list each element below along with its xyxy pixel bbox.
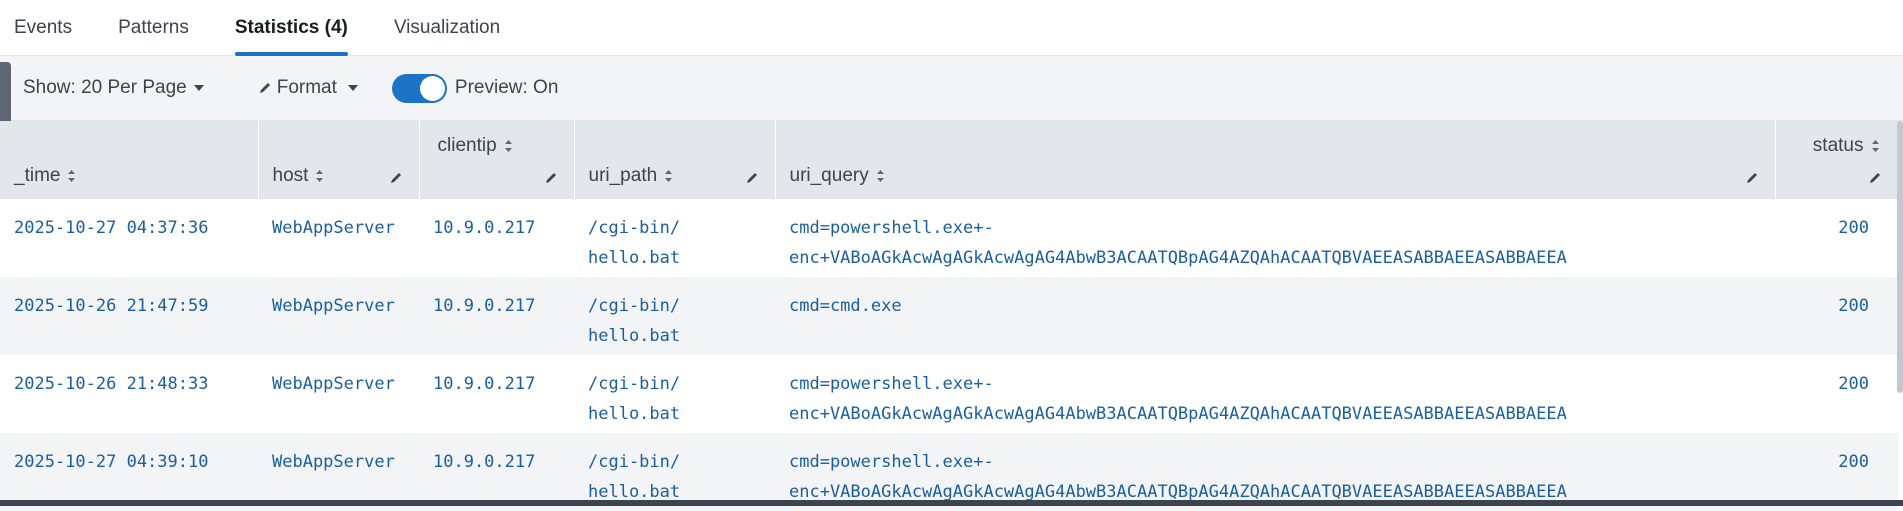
tab-bar: Events Patterns Statistics (4) Visualiza… [0,0,1903,56]
cell-host[interactable]: WebAppServer [258,277,419,355]
format-label: Format [276,77,337,98]
cell-clientip[interactable]: 10.9.0.217 [419,199,574,277]
pencil-icon[interactable] [389,171,403,185]
pencil-icon[interactable] [1745,171,1759,185]
cell-uri-path[interactable]: /cgi-bin/ hello.bat [574,277,775,355]
column-header-label: uri_query [789,165,869,186]
cell-clientip[interactable]: 10.9.0.217 [419,355,574,433]
sort-icon[interactable] [67,169,76,183]
cell-uri-query[interactable]: cmd=powershell.exe+- enc+VABoAGkAcwAgAGk… [775,199,1775,277]
toggle-knob [419,75,445,101]
column-header-time[interactable]: _time [0,121,259,199]
column-header-label: uri_path [588,165,658,186]
column-header-label: host [272,165,309,186]
cell-time[interactable]: 2025-10-26 21:48:33 [0,355,258,433]
column-header-host[interactable]: host [258,121,420,199]
vertical-scrollbar[interactable] [1897,121,1903,393]
sort-icon[interactable] [664,169,673,183]
caret-down-icon [347,85,358,91]
preview-toggle[interactable] [391,73,447,103]
cell-clientip[interactable]: 10.9.0.217 [419,277,574,355]
format-dropdown[interactable]: Format [258,77,358,99]
tab-events[interactable]: Events [14,0,72,56]
pencil-icon[interactable] [544,171,558,185]
cell-time[interactable]: 2025-10-26 21:47:59 [0,277,258,355]
cell-time[interactable]: 2025-10-27 04:37:36 [0,199,258,277]
column-header-label: clientip [437,135,497,156]
column-header-uri-query[interactable]: uri_query [775,121,1776,199]
pencil-icon[interactable] [745,171,759,185]
table-header-row: _time host clientip uri_path uri_query s… [0,121,1899,199]
cell-status[interactable]: 200 [1775,277,1898,355]
column-header-label: _time [14,165,61,186]
pencil-icon [259,83,270,93]
cell-host[interactable]: WebAppServer [258,355,419,433]
cell-status[interactable]: 200 [1775,355,1898,433]
per-page-dropdown[interactable]: Show: 20 Per Page [23,77,204,99]
sort-icon[interactable] [504,139,513,153]
per-page-label: Show: 20 Per Page [23,77,187,98]
column-header-status[interactable]: status [1775,121,1899,199]
table-row: 2025-10-26 21:47:59 WebAppServer 10.9.0.… [0,277,1898,355]
sort-icon[interactable] [1871,139,1880,153]
sort-icon[interactable] [876,169,885,183]
column-header-clientip[interactable]: clientip [419,121,575,199]
tab-patterns[interactable]: Patterns [118,0,189,56]
tab-visualization[interactable]: Visualization [394,0,500,56]
bottom-edge-bar [0,500,1903,506]
cell-uri-path[interactable]: /cgi-bin/ hello.bat [574,199,775,277]
cell-uri-query[interactable]: cmd=cmd.exe [775,277,1775,355]
caret-down-icon [193,85,204,91]
cell-status[interactable]: 200 [1775,199,1898,277]
tab-statistics[interactable]: Statistics (4) [234,0,348,56]
cell-host[interactable]: WebAppServer [258,199,419,277]
preview-label: Preview: On [454,77,559,98]
table-row: 2025-10-27 04:37:36 WebAppServer 10.9.0.… [0,199,1898,277]
cell-uri-path[interactable]: /cgi-bin/ hello.bat [574,355,775,433]
table-row: 2025-10-26 21:48:33 WebAppServer 10.9.0.… [0,355,1898,433]
results-toolbar: Show: 20 Per Page Format Preview: On [0,56,1903,138]
sort-icon[interactable] [315,169,324,183]
pencil-icon[interactable] [1868,171,1882,185]
column-header-label: status [1812,135,1864,156]
cell-uri-query[interactable]: cmd=powershell.exe+- enc+VABoAGkAcwAgAGk… [775,355,1775,433]
statistics-table: _time host clientip uri_path uri_query s… [0,121,1899,511]
column-header-uri-path[interactable]: uri_path [574,121,776,199]
